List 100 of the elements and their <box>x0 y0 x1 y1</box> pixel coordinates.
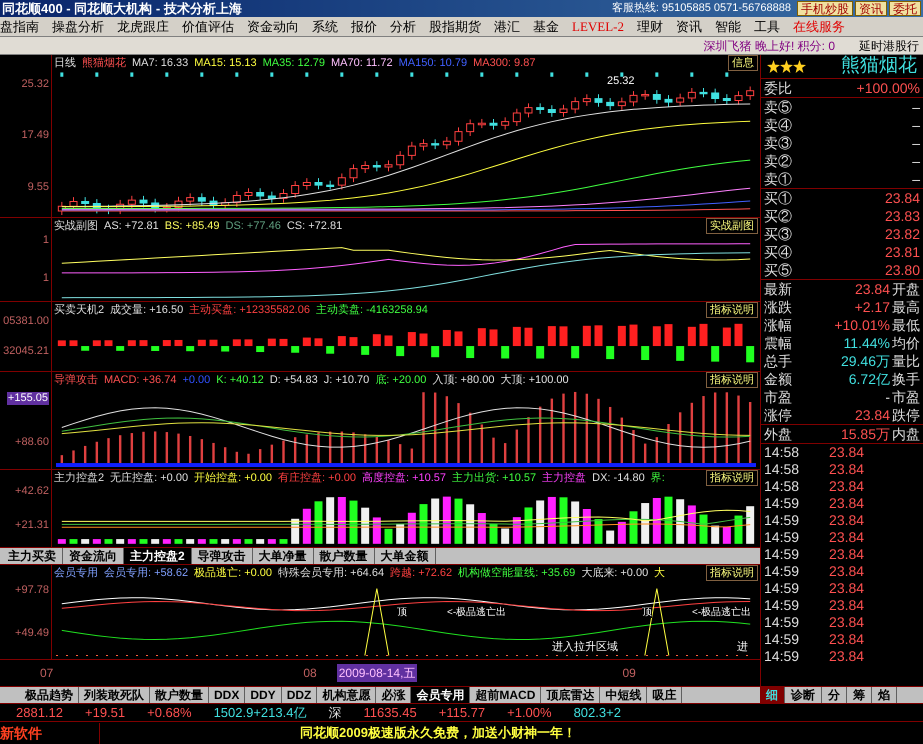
tick-time: 14:59 <box>764 648 800 665</box>
quote-label: 买② <box>764 208 793 224</box>
quote-label: 卖③ <box>764 134 793 152</box>
menu-item[interactable]: 港汇 <box>494 16 520 36</box>
menu-item[interactable]: 龙虎跟庄 <box>117 16 169 36</box>
indicator-value: D: +54.83 <box>270 372 318 388</box>
tick-price: 23.84 <box>829 563 864 580</box>
index-value: 802.3+2 <box>574 704 621 722</box>
hk-delay-text: 延时港股行 <box>859 38 919 54</box>
menu-item[interactable]: 基金 <box>533 16 559 36</box>
indicator-button[interactable]: 指标说明 <box>706 302 758 318</box>
quote-label: 跌停 <box>892 406 920 424</box>
quote-label: 均价 <box>892 334 920 352</box>
date-label: 08 <box>303 665 317 682</box>
tick-price: 23.84 <box>829 597 864 614</box>
tick-time: 14:59 <box>764 614 800 631</box>
indicator-value: 主力出货: +10.57 <box>452 470 536 486</box>
index-value: +115.77 <box>438 704 486 722</box>
indicator-value: 成交量: +16.50 <box>110 302 184 318</box>
index-value: +0.68% <box>147 704 192 722</box>
signal-label: <-极品逃亡出 <box>447 607 506 618</box>
axis-label: +49.49 <box>15 627 49 640</box>
title-button[interactable]: 委托 <box>889 1 921 16</box>
indicator-value: MA7: 16.33 <box>132 56 188 71</box>
date-label: 09 <box>622 665 636 682</box>
menu-item[interactable]: 分析 <box>390 16 416 36</box>
indicator-button[interactable]: 指标说明 <box>706 470 758 486</box>
menu-item[interactable]: 智能 <box>714 16 741 36</box>
ticker-message: 同花顺2009极速版永久免费，加送小财神一年！ <box>300 724 576 742</box>
quote-label: 市盈 <box>892 388 920 406</box>
quote-value: - <box>884 388 890 406</box>
quote-value: 23.84 <box>854 406 890 424</box>
tick-price: 23.84 <box>829 648 864 665</box>
indicator-button[interactable]: 实战副图 <box>706 218 758 234</box>
quote-label: 金额 <box>764 370 793 388</box>
menu-item[interactable]: 盘指南 <box>0 16 39 36</box>
signal-label: 进 <box>737 640 748 654</box>
indicator-value: 熊猫烟花 <box>82 56 126 71</box>
quote-label: 买③ <box>764 226 793 242</box>
indicator-value: K: +40.12 <box>216 372 264 388</box>
indicator-tab[interactable]: 会员专用 <box>411 687 470 703</box>
tick-time: 14:59 <box>764 546 800 563</box>
indicator-value: 有庄控盘: +0.00 <box>278 470 356 486</box>
menu-item[interactable]: 工具 <box>754 16 780 36</box>
signal-label: 进入拉升区域 <box>552 640 618 654</box>
tick-price: 23.84 <box>829 461 864 478</box>
tick-time: 14:59 <box>764 529 800 546</box>
menu-item[interactable]: 操盘分析 <box>52 16 104 36</box>
axis-label: +21.31 <box>15 519 49 532</box>
tick-price: 23.84 <box>829 614 864 631</box>
quote-value: 23.81 <box>884 244 920 260</box>
indicator-tab[interactable]: 主力控盘2 <box>124 548 192 564</box>
quote-label: 总手 <box>764 352 793 370</box>
quote-value: 29.46万 <box>840 352 890 370</box>
axis-label: 05381.00 <box>3 314 49 328</box>
quote-label: 最低 <box>892 316 920 334</box>
axis-label: 17.49 <box>21 129 49 142</box>
indicator-value: AS: +72.81 <box>104 218 159 234</box>
menu-item[interactable]: 资讯 <box>676 16 702 36</box>
menu-item[interactable]: 价值评估 <box>182 16 234 36</box>
indicator-button[interactable]: 信息 <box>728 55 758 71</box>
signal-label: 顶 <box>642 607 652 618</box>
tick-time: 14:59 <box>764 563 800 580</box>
menu-item[interactable]: 股指期货 <box>429 16 481 36</box>
indicator-value: MA150: 10.79 <box>398 56 468 71</box>
quote-label: 卖④ <box>764 116 793 134</box>
tick-time: 14:59 <box>764 580 800 597</box>
indicator-button[interactable]: 指标说明 <box>706 565 758 581</box>
window-title: 同花顺400 - 同花顺大机构 - 技术分析上海 <box>2 0 242 18</box>
quote-value: 23.83 <box>884 208 920 224</box>
title-button[interactable]: 资讯 <box>855 1 887 16</box>
menu-item[interactable]: 理财 <box>636 16 663 36</box>
indicator-value: 大底来: +0.00 <box>581 566 648 581</box>
indicator-value: 高度控盘: +10.57 <box>362 470 446 486</box>
quote-value: 11.44% <box>842 334 890 352</box>
quote-value: +10.01% <box>833 316 890 334</box>
menu-item[interactable]: 系统 <box>312 16 338 36</box>
axis-label: 9.55 <box>28 180 49 194</box>
quote-tab[interactable]: 细 <box>760 687 785 703</box>
indicator-value: 跨越: +72.62 <box>390 566 452 581</box>
indicator-value: DS: +77.46 <box>226 218 281 234</box>
indicator-button[interactable]: 指标说明 <box>706 372 758 388</box>
indicator-value: J: +10.70 <box>324 372 370 388</box>
tick-time: 14:59 <box>764 631 800 648</box>
menu-item[interactable]: 资金动向 <box>247 16 299 36</box>
indicator-value: MA70: 11.72 <box>331 56 393 71</box>
quote-label: 涨幅 <box>764 316 793 334</box>
indicator-value: 会员专用 <box>54 566 98 581</box>
indicator-value: 特殊会员专用: +64.64 <box>278 566 384 581</box>
index-value: 11635.45 <box>363 704 417 722</box>
indicator-value: 买卖天机2 <box>54 302 104 318</box>
menu-item[interactable]: 报价 <box>351 16 377 36</box>
tick-price: 23.84 <box>829 546 864 563</box>
indicator-value: 极品逃亡: +0.00 <box>194 566 272 581</box>
title-button[interactable]: 手机炒股 <box>797 1 853 16</box>
quote-value: +100.00% <box>856 80 920 96</box>
quote-label: 卖① <box>764 170 793 188</box>
tick-price: 23.84 <box>829 495 864 512</box>
axis-label: +88.60 <box>15 436 49 450</box>
tick-price: 23.84 <box>829 580 864 597</box>
